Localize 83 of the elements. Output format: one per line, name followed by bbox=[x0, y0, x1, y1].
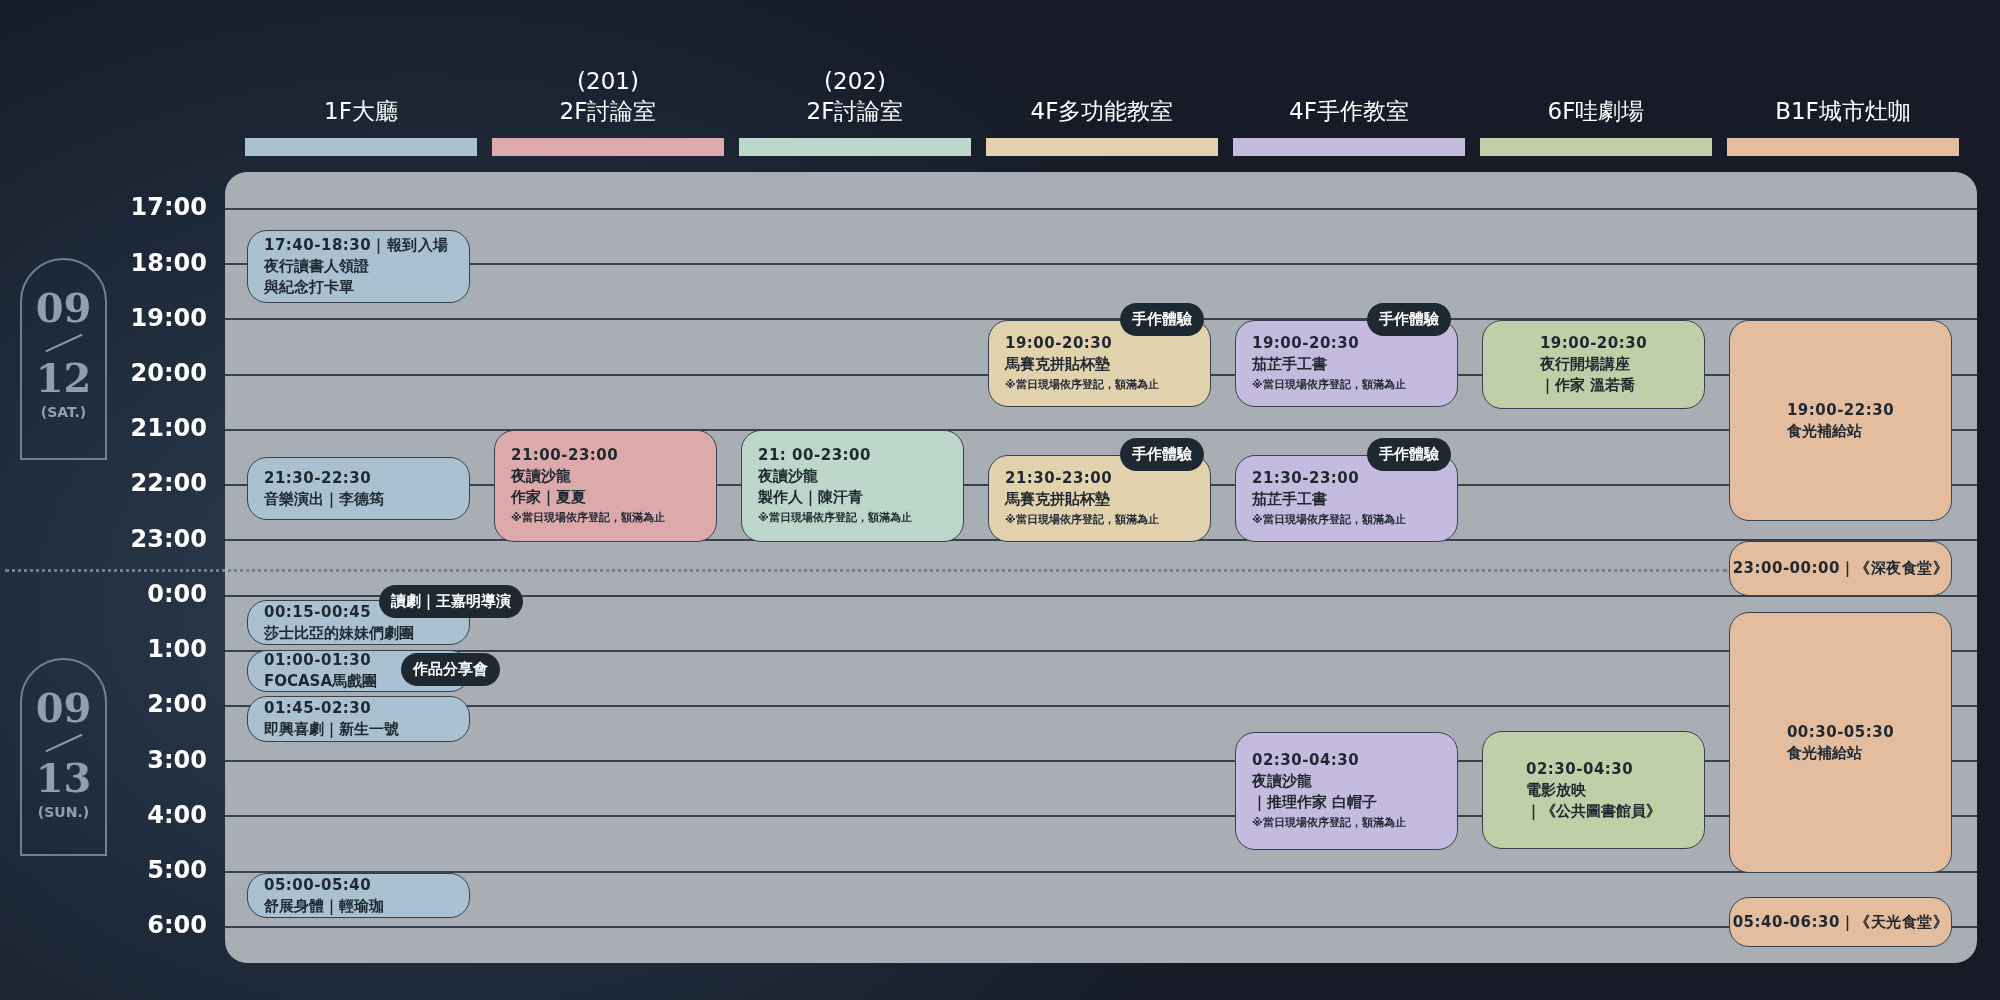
room-name: 2F討論室 bbox=[559, 97, 657, 126]
event-tag: 手作體驗 bbox=[1367, 303, 1451, 336]
event-time: 21:30-22:30 bbox=[264, 467, 373, 489]
event-time: 02:30-04:30 bbox=[1526, 758, 1635, 780]
event-title: ｜《公共圖書館員》 bbox=[1526, 800, 1661, 822]
event-time: 19:00-20:30 bbox=[1252, 332, 1361, 354]
event-title: 食光補給站 bbox=[1786, 420, 1863, 442]
event-title: 茄芷手工書 bbox=[1252, 488, 1328, 510]
event-title: 夜讀沙龍 bbox=[511, 465, 572, 487]
event-title: 夜讀沙龍 bbox=[758, 465, 819, 487]
event-time: 05:40-06:30｜《天光食堂》 bbox=[1732, 911, 1949, 933]
event-title: 馬賽克拼貼杯墊 bbox=[1005, 488, 1111, 510]
date-month: 09 bbox=[35, 286, 92, 330]
event-title: 夜行開場講座 bbox=[1539, 354, 1631, 375]
event-time: 01:45-02:30 bbox=[264, 698, 373, 719]
event-time: 21:30-23:00 bbox=[1005, 467, 1114, 489]
event-note: ※當日現場依序登記，額滿為止 bbox=[1005, 376, 1159, 393]
event-time: 01:00-01:30 bbox=[264, 650, 373, 671]
event-note: ※當日現場依序登記，額滿為止 bbox=[511, 509, 665, 526]
time-label: 21:00 bbox=[129, 413, 208, 445]
date-month: 09 bbox=[35, 686, 92, 730]
event-title: 馬賽克拼貼杯墊 bbox=[1005, 353, 1111, 375]
event-time: 05:00-05:40 bbox=[264, 874, 373, 896]
event-note: ※當日現場依序登記，額滿為止 bbox=[758, 509, 912, 526]
event-title: FOCASA馬戲團 bbox=[264, 671, 378, 692]
event-title: ｜作家 溫若喬 bbox=[1539, 375, 1637, 396]
event-title: 莎士比亞的妹妹們劇團 bbox=[264, 622, 414, 644]
event-tag: 手作體驗 bbox=[1367, 438, 1451, 471]
time-label: 20:00 bbox=[129, 358, 208, 390]
event-title: 即興喜劇｜新生一號 bbox=[264, 719, 399, 740]
event-time: 19:00-20:30 bbox=[1539, 333, 1648, 354]
room-name: 1F大廳 bbox=[324, 97, 398, 126]
event-time: 19:00-22:30 bbox=[1786, 399, 1895, 421]
event-title: 與紀念打卡單 bbox=[264, 277, 355, 298]
time-label: 23:00 bbox=[129, 523, 208, 555]
date-day: 13 bbox=[35, 756, 92, 800]
event-title: 舒展身體｜輕瑜珈 bbox=[264, 895, 384, 917]
time-label: 5:00 bbox=[146, 855, 208, 886]
event-title: 夜讀沙龍 bbox=[1252, 770, 1313, 792]
event-time: 02:30-04:30 bbox=[1252, 749, 1361, 771]
room-name: (202) bbox=[824, 67, 886, 96]
time-label: 0:00 bbox=[146, 578, 208, 610]
event-note: ※當日現場依序登記，額滿為止 bbox=[1252, 511, 1406, 528]
room-name: 4F多功能教室 bbox=[1030, 97, 1174, 126]
event-time: 21:00-23:00 bbox=[511, 444, 620, 466]
event-title: 食光補給站 bbox=[1786, 742, 1863, 764]
room-name: (201) bbox=[577, 67, 639, 96]
event-tag: 讀劇｜王嘉明導演 bbox=[379, 585, 523, 618]
event-title: 電影放映 bbox=[1526, 779, 1587, 801]
event-note: ※當日現場依序登記，額滿為止 bbox=[1252, 376, 1406, 393]
time-label: 18:00 bbox=[129, 247, 208, 279]
time-label: 1:00 bbox=[146, 634, 208, 666]
event-note: ※當日現場依序登記，額滿為止 bbox=[1252, 814, 1406, 831]
event-title: ｜推理作家 白帽子 bbox=[1252, 791, 1379, 813]
room-name: B1F城市灶咖 bbox=[1775, 97, 1911, 126]
time-label: 2:00 bbox=[146, 689, 208, 721]
event-title: 茄芷手工書 bbox=[1252, 353, 1328, 375]
room-name: 4F手作教室 bbox=[1289, 97, 1409, 126]
time-label: 17:00 bbox=[129, 192, 208, 224]
event-time: 17:40-18:30｜報到入場 bbox=[264, 235, 449, 256]
event-tag: 作品分享會 bbox=[401, 653, 500, 686]
date-weekday: (SUN.) bbox=[37, 804, 90, 820]
time-label: 3:00 bbox=[146, 744, 208, 776]
date-weekday: (SAT.) bbox=[40, 404, 87, 420]
event-time: 23:00-00:00｜《深夜食堂》 bbox=[1732, 558, 1949, 579]
event-title: 製作人｜陳汗青 bbox=[758, 486, 864, 508]
event-tag: 手作體驗 bbox=[1120, 303, 1204, 336]
time-label: 6:00 bbox=[146, 910, 208, 942]
time-label: 22:00 bbox=[129, 468, 208, 500]
time-label: 19:00 bbox=[129, 302, 208, 334]
event-time: 21:30-23:00 bbox=[1252, 467, 1361, 489]
room-name: 6F哇劇場 bbox=[1547, 97, 1645, 126]
event-time: 19:00-20:30 bbox=[1005, 332, 1114, 354]
event-time: 21: 00-23:00 bbox=[758, 444, 872, 466]
event-title: 作家｜夏夏 bbox=[511, 486, 587, 508]
event-time: 00:30-05:30 bbox=[1786, 721, 1895, 743]
event-tag: 手作體驗 bbox=[1120, 438, 1204, 471]
room-name: 2F討論室 bbox=[806, 97, 904, 126]
time-label: 4:00 bbox=[146, 799, 208, 831]
date-day: 12 bbox=[35, 356, 92, 400]
event-title: 夜行讀書人領證 bbox=[264, 256, 370, 277]
event-title: 音樂演出｜李德筠 bbox=[264, 488, 384, 510]
event-note: ※當日現場依序登記，額滿為止 bbox=[1005, 511, 1159, 528]
